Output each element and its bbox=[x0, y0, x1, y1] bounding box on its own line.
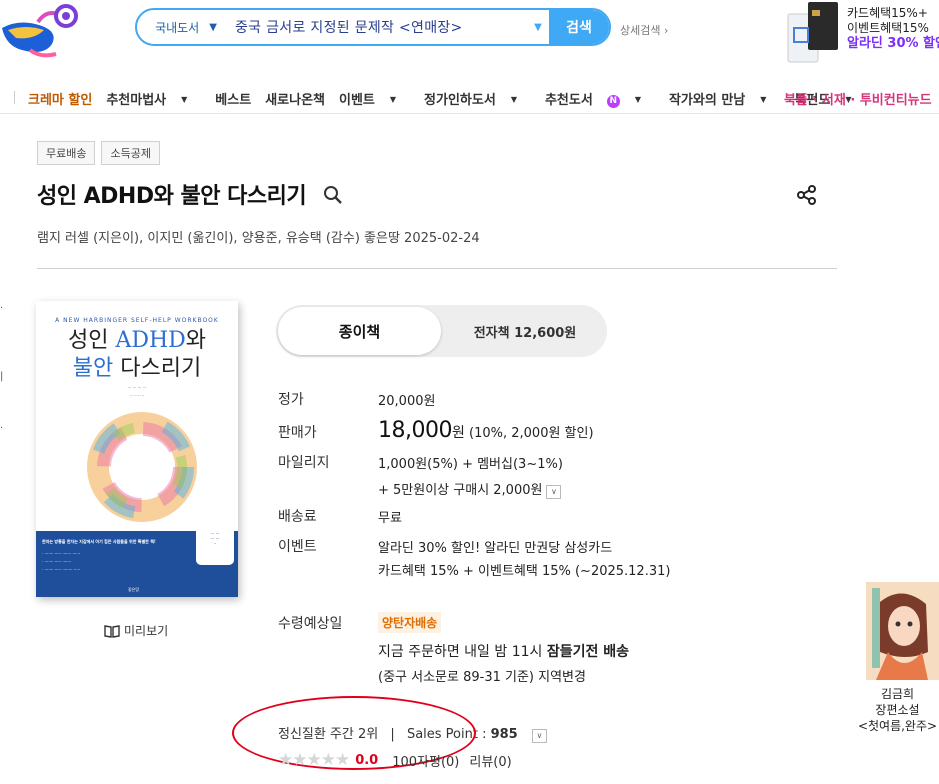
event-label: 이벤트 bbox=[278, 539, 317, 555]
list-price-value: 20,000원 bbox=[378, 394, 436, 409]
cover-band-headline: 한마는 방통을 한자는 지갑에서 아기 힘든 사람들을 위한 특별한 책! bbox=[42, 539, 156, 544]
tag-free-shipping: 무료배송 bbox=[37, 141, 96, 165]
shipping-value: 무료 bbox=[378, 511, 402, 526]
watercolor-ring-image bbox=[87, 412, 197, 522]
sale-price-value: 18,000원 (10%, 2,000원 할인) bbox=[378, 418, 594, 443]
aladin-logo[interactable] bbox=[0, 0, 80, 60]
cover-series: A NEW HARBINGER SELF-HELP WORKBOOK bbox=[55, 317, 219, 324]
nav-item-best[interactable]: 베스트 bbox=[215, 89, 251, 108]
nav-item-recommended[interactable]: 추천도서 N ▼ bbox=[545, 89, 655, 108]
search-category-label: 국내도서 bbox=[155, 20, 200, 35]
search-category-select[interactable]: 국내도서 ▼ bbox=[137, 19, 235, 36]
main-nav: 크레마 할인 추천마법사 ▼ 베스트 새로나온책 이벤트 ▼ 정가인하도서 ▼ 추천도… bbox=[0, 84, 939, 114]
event-line2[interactable]: 카드혜택 15% + 이벤트혜택 15% (~2025.12.31) bbox=[378, 560, 670, 579]
dropdown-triangle-icon[interactable]: ▼ bbox=[527, 22, 549, 33]
star-rating-icon: ★★★★★ bbox=[278, 750, 350, 770]
card-promo-banner[interactable]: 카드혜택15%+ 이벤트혜택15% 알라딘 30% 할인 bbox=[786, 0, 939, 66]
shipping-label: 배송료 bbox=[278, 509, 317, 525]
tag-tax-deduction: 소득공제 bbox=[101, 141, 160, 165]
search-bar: 국내도서 ▼ ▼ 검색 bbox=[135, 8, 611, 46]
search-button[interactable]: 검색 bbox=[549, 10, 609, 44]
review-link[interactable]: 리뷰(0) bbox=[469, 751, 511, 770]
delivery-line2[interactable]: (중구 서소문로 89-31 기준) 지역변경 bbox=[378, 666, 586, 685]
nav-item-crema-sale[interactable]: 크레마 할인 bbox=[28, 89, 92, 108]
left-edge-fragment: · bbox=[0, 303, 4, 314]
cover-band-line: · ······· ····· ······· ······ bbox=[42, 551, 81, 556]
nav-right-links[interactable]: 북플 · 서재 · 투비컨티뉴드 bbox=[784, 89, 932, 108]
mileage-label: 마일리지 bbox=[278, 455, 330, 471]
tab-ebook[interactable]: 전자책 12,600원 bbox=[446, 307, 604, 355]
short-review-link[interactable]: 100자평(0) bbox=[392, 751, 459, 770]
rating-row: ★★★★★ 0.0 100자평(0) 리뷰(0) bbox=[278, 750, 512, 770]
share-icon[interactable] bbox=[796, 184, 818, 206]
cover-publisher: 좋은땅 bbox=[128, 587, 140, 592]
delivery-label: 수령예상일 bbox=[278, 616, 343, 632]
tab-paper-book[interactable]: 종이책 bbox=[278, 307, 441, 355]
event-line1[interactable]: 알라딘 30% 할인! 알라딘 만권당 삼성카드 bbox=[378, 537, 612, 556]
search-icon[interactable] bbox=[322, 184, 344, 206]
illustration-image bbox=[866, 582, 939, 680]
mileage-dropdown-icon[interactable]: ∨ bbox=[546, 485, 562, 499]
book-cover[interactable]: A NEW HARBINGER SELF-HELP WORKBOOK 성인 AD… bbox=[36, 301, 238, 597]
nav-item-price-down[interactable]: 정가인하도서 ▼ bbox=[424, 89, 531, 108]
header-divider bbox=[37, 268, 837, 269]
format-toggle: 종이책 전자책 12,600원 bbox=[276, 305, 607, 357]
nav-item-events[interactable]: 이벤트 ▼ bbox=[339, 89, 410, 108]
nav-item-new-books[interactable]: 새로나온책 bbox=[265, 89, 325, 108]
card-promo-line1: 카드혜택15%+ bbox=[847, 6, 928, 20]
mileage-extra: + 5만원이상 구매시 2,000원 ∨ bbox=[378, 479, 562, 499]
sale-price-label: 판매가 bbox=[278, 425, 317, 441]
nav-item-author-meet[interactable]: 작가와의 만남 ▼ bbox=[669, 89, 780, 108]
nav-item-recommend-wizard[interactable]: 추천마법사 ▼ bbox=[106, 89, 201, 108]
search-input[interactable] bbox=[235, 10, 527, 44]
product-tags: 무료배송 소득공제 bbox=[37, 141, 160, 165]
nav-divider bbox=[14, 91, 15, 104]
sales-point-dropdown-icon[interactable]: ∨ bbox=[531, 729, 547, 743]
card-promo-line3: 알라딘 30% 할인 bbox=[847, 36, 939, 51]
credit-card-image bbox=[787, 2, 838, 63]
page-title: 성인 ADHD와 불안 다스리기 bbox=[37, 184, 307, 209]
left-edge-fragment: | bbox=[0, 371, 4, 382]
cover-badge: ··· ··· ··· ··· ·· bbox=[196, 525, 234, 565]
cover-title: 성인 ADHD와 불안 다스리기 bbox=[67, 328, 207, 381]
cover-credit-line: ··· ··· ··· ··· bbox=[127, 385, 147, 390]
preview-label: 미리보기 bbox=[124, 624, 169, 638]
author-publisher-line[interactable]: 램지 러셀 (지은이), 이지민 (옮긴이), 양용준, 유승택 (감수) 좋은… bbox=[37, 227, 480, 246]
preview-button[interactable]: 미리보기 bbox=[104, 622, 168, 639]
list-price-label: 정가 bbox=[278, 392, 304, 408]
side-ad-caption[interactable]: 김금희 장편소설 <첫여름,완주> bbox=[856, 686, 939, 734]
mileage-value: 1,000원(5%) + 멤버십(3~1%) bbox=[378, 457, 563, 472]
delivery-line1: 지금 주문하면 내일 밤 11시 잠들기전 배송 bbox=[378, 644, 630, 660]
advanced-search-link[interactable]: 상세검색 › bbox=[620, 22, 668, 38]
cover-band-line: · ······· ····· ········ ····· bbox=[42, 567, 81, 572]
left-edge-fragment: · bbox=[0, 423, 4, 434]
chevron-down-icon: ▼ bbox=[209, 21, 217, 33]
sales-point-value: 985 bbox=[490, 727, 518, 742]
card-promo-line2: 이벤트혜택15% bbox=[847, 21, 929, 35]
book-open-icon bbox=[104, 624, 120, 638]
side-ad-book-cover[interactable] bbox=[866, 582, 939, 680]
cover-band-line: · ······· ····· ······· bbox=[42, 559, 72, 564]
new-badge-icon: N bbox=[606, 95, 620, 108]
rating-score: 0.0 bbox=[355, 752, 379, 768]
delivery-badge: 양탄자배송 bbox=[378, 612, 442, 633]
cover-credit-line: ··· ··· ··· bbox=[130, 393, 144, 398]
